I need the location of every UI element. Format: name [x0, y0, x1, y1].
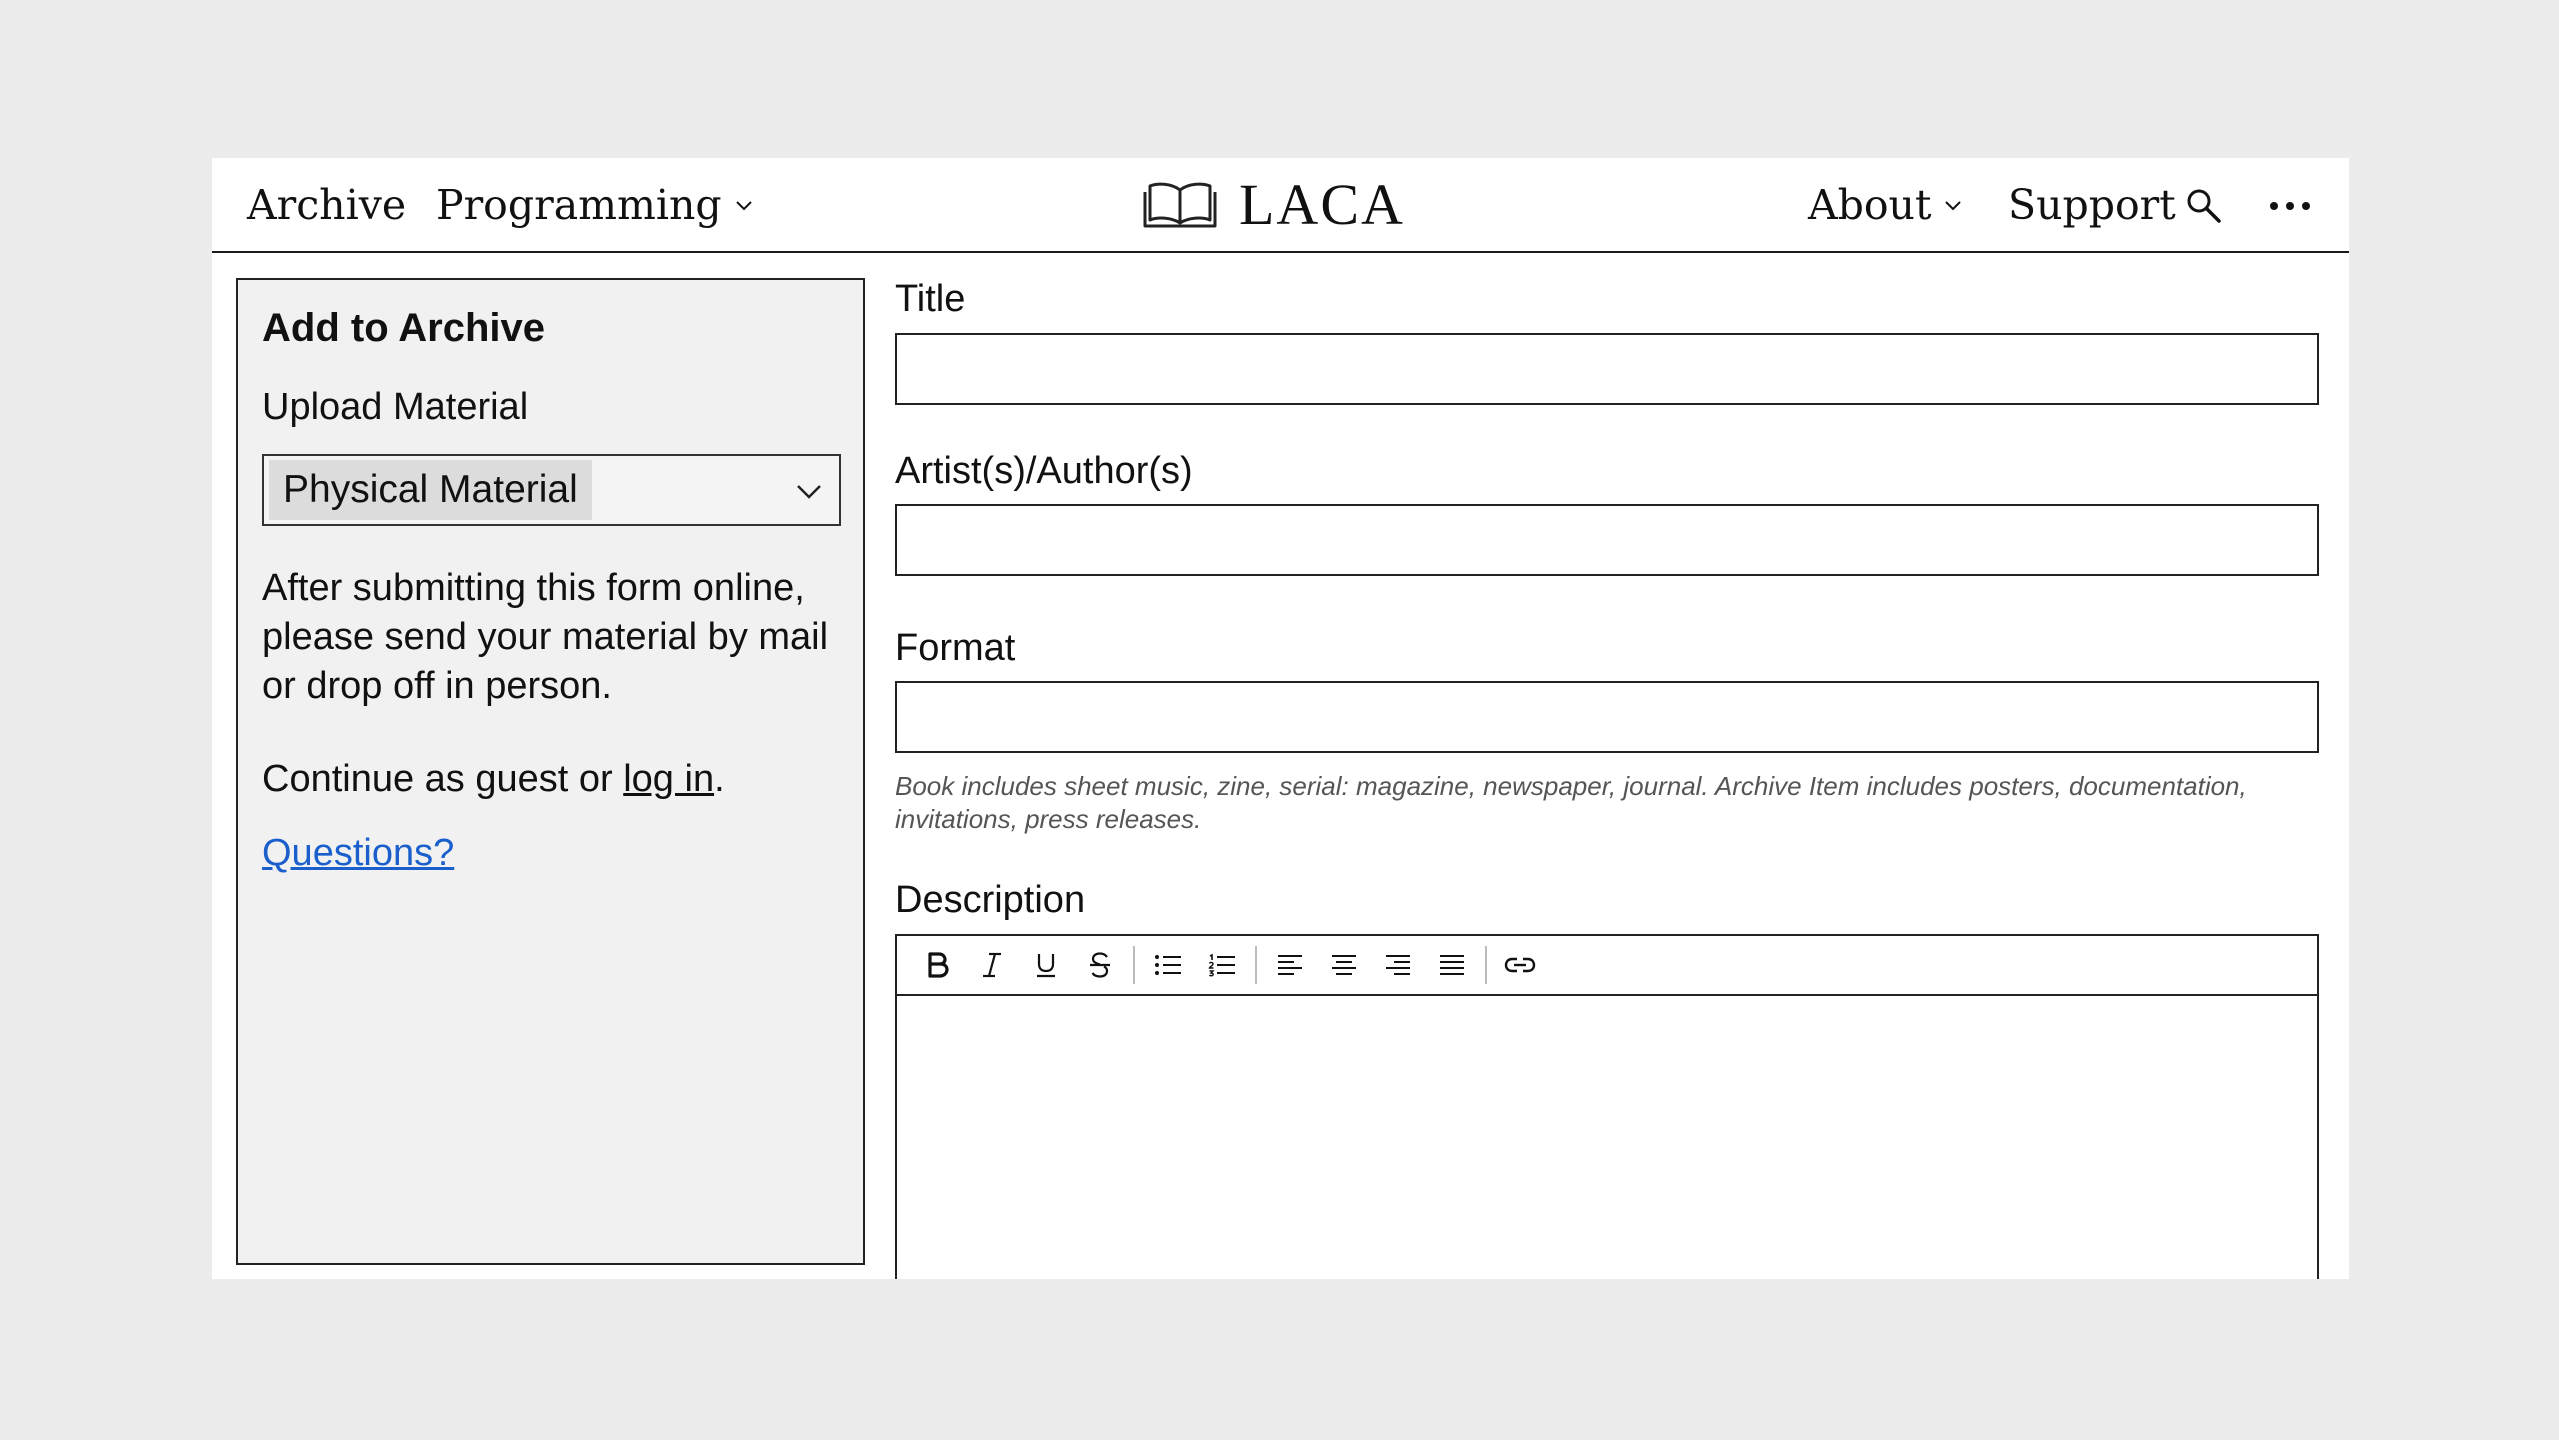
format-help-text: Book includes sheet music, zine, serial:… [895, 771, 2247, 834]
title-label: Title [895, 278, 966, 320]
title-input[interactable] [895, 333, 2319, 405]
material-type-value: Physical Material [269, 460, 592, 520]
description-editor [895, 934, 2319, 1279]
more-icon [2270, 202, 2310, 210]
nav-archive-label: Archive [247, 180, 407, 229]
chevron-down-icon [735, 200, 752, 210]
search-icon [2187, 189, 2221, 223]
chevron-down-icon [1945, 200, 1962, 210]
description-textarea[interactable] [897, 996, 2317, 1279]
instructions-text: After submitting this form online, pleas… [262, 567, 829, 707]
strikethrough-button[interactable] [1073, 943, 1127, 987]
format-input[interactable] [895, 681, 2319, 753]
link-icon [1504, 957, 1536, 973]
continue-prefix: Continue as guest or [262, 758, 624, 800]
chevron-down-icon [797, 485, 821, 499]
site-logo[interactable]: LACA [1143, 158, 1405, 251]
toolbar-divider [1255, 946, 1257, 984]
nav-programming[interactable]: Programming [436, 158, 754, 251]
search-button[interactable] [2184, 186, 2224, 226]
nav-about-label: About [1808, 180, 1932, 229]
align-right-icon [1386, 955, 1410, 975]
align-center-button[interactable] [1317, 943, 1371, 987]
numbered-list-icon [1208, 953, 1235, 977]
editor-toolbar [897, 936, 2317, 996]
continue-suffix: . [714, 758, 725, 800]
toolbar-divider [1133, 946, 1135, 984]
sidebar-title: Add to Archive [262, 306, 545, 350]
questions-link[interactable]: Questions? [262, 832, 454, 875]
material-type-select[interactable]: Physical Material [262, 454, 841, 526]
numbered-list-button[interactable] [1195, 943, 1249, 987]
bold-icon [928, 952, 949, 978]
toolbar-divider [1485, 946, 1487, 984]
logo-text: LACA [1239, 172, 1405, 237]
description-label: Description [895, 879, 1086, 921]
link-button[interactable] [1493, 943, 1547, 987]
upload-material-label: Upload Material [262, 386, 529, 428]
justify-icon [1440, 955, 1464, 975]
site-header: Archive Programming LACA About Support [212, 158, 2349, 253]
underline-button[interactable] [1019, 943, 1073, 987]
align-center-icon [1332, 955, 1356, 975]
italic-icon [983, 952, 1001, 978]
justify-button[interactable] [1425, 943, 1479, 987]
app-window: Archive Programming LACA About Support A… [212, 158, 2349, 1279]
underline-icon [1037, 954, 1055, 978]
bullet-list-button[interactable] [1141, 943, 1195, 987]
nav-support[interactable]: Support [2008, 158, 2176, 251]
nav-programming-label: Programming [436, 180, 722, 229]
more-button[interactable] [2262, 186, 2318, 226]
italic-button[interactable] [965, 943, 1019, 987]
continue-text: Continue as guest or log in. [262, 758, 725, 801]
open-book-icon [1143, 182, 1217, 227]
sidebar-panel: Add to Archive Upload Material Physical … [236, 278, 865, 1265]
bold-button[interactable] [911, 943, 965, 987]
artist-input[interactable] [895, 504, 2319, 576]
nav-archive[interactable]: Archive [247, 158, 406, 251]
align-left-icon [1278, 955, 1302, 975]
nav-about[interactable]: About [1808, 158, 1963, 251]
strikethrough-icon [1090, 952, 1110, 978]
align-right-button[interactable] [1371, 943, 1425, 987]
align-left-button[interactable] [1263, 943, 1317, 987]
login-link[interactable]: log in [623, 758, 714, 800]
nav-support-label: Support [2008, 180, 2176, 229]
bullet-list-icon [1155, 955, 1181, 975]
artist-label: Artist(s)/Author(s) [895, 450, 1193, 492]
format-label: Format [895, 627, 1016, 669]
